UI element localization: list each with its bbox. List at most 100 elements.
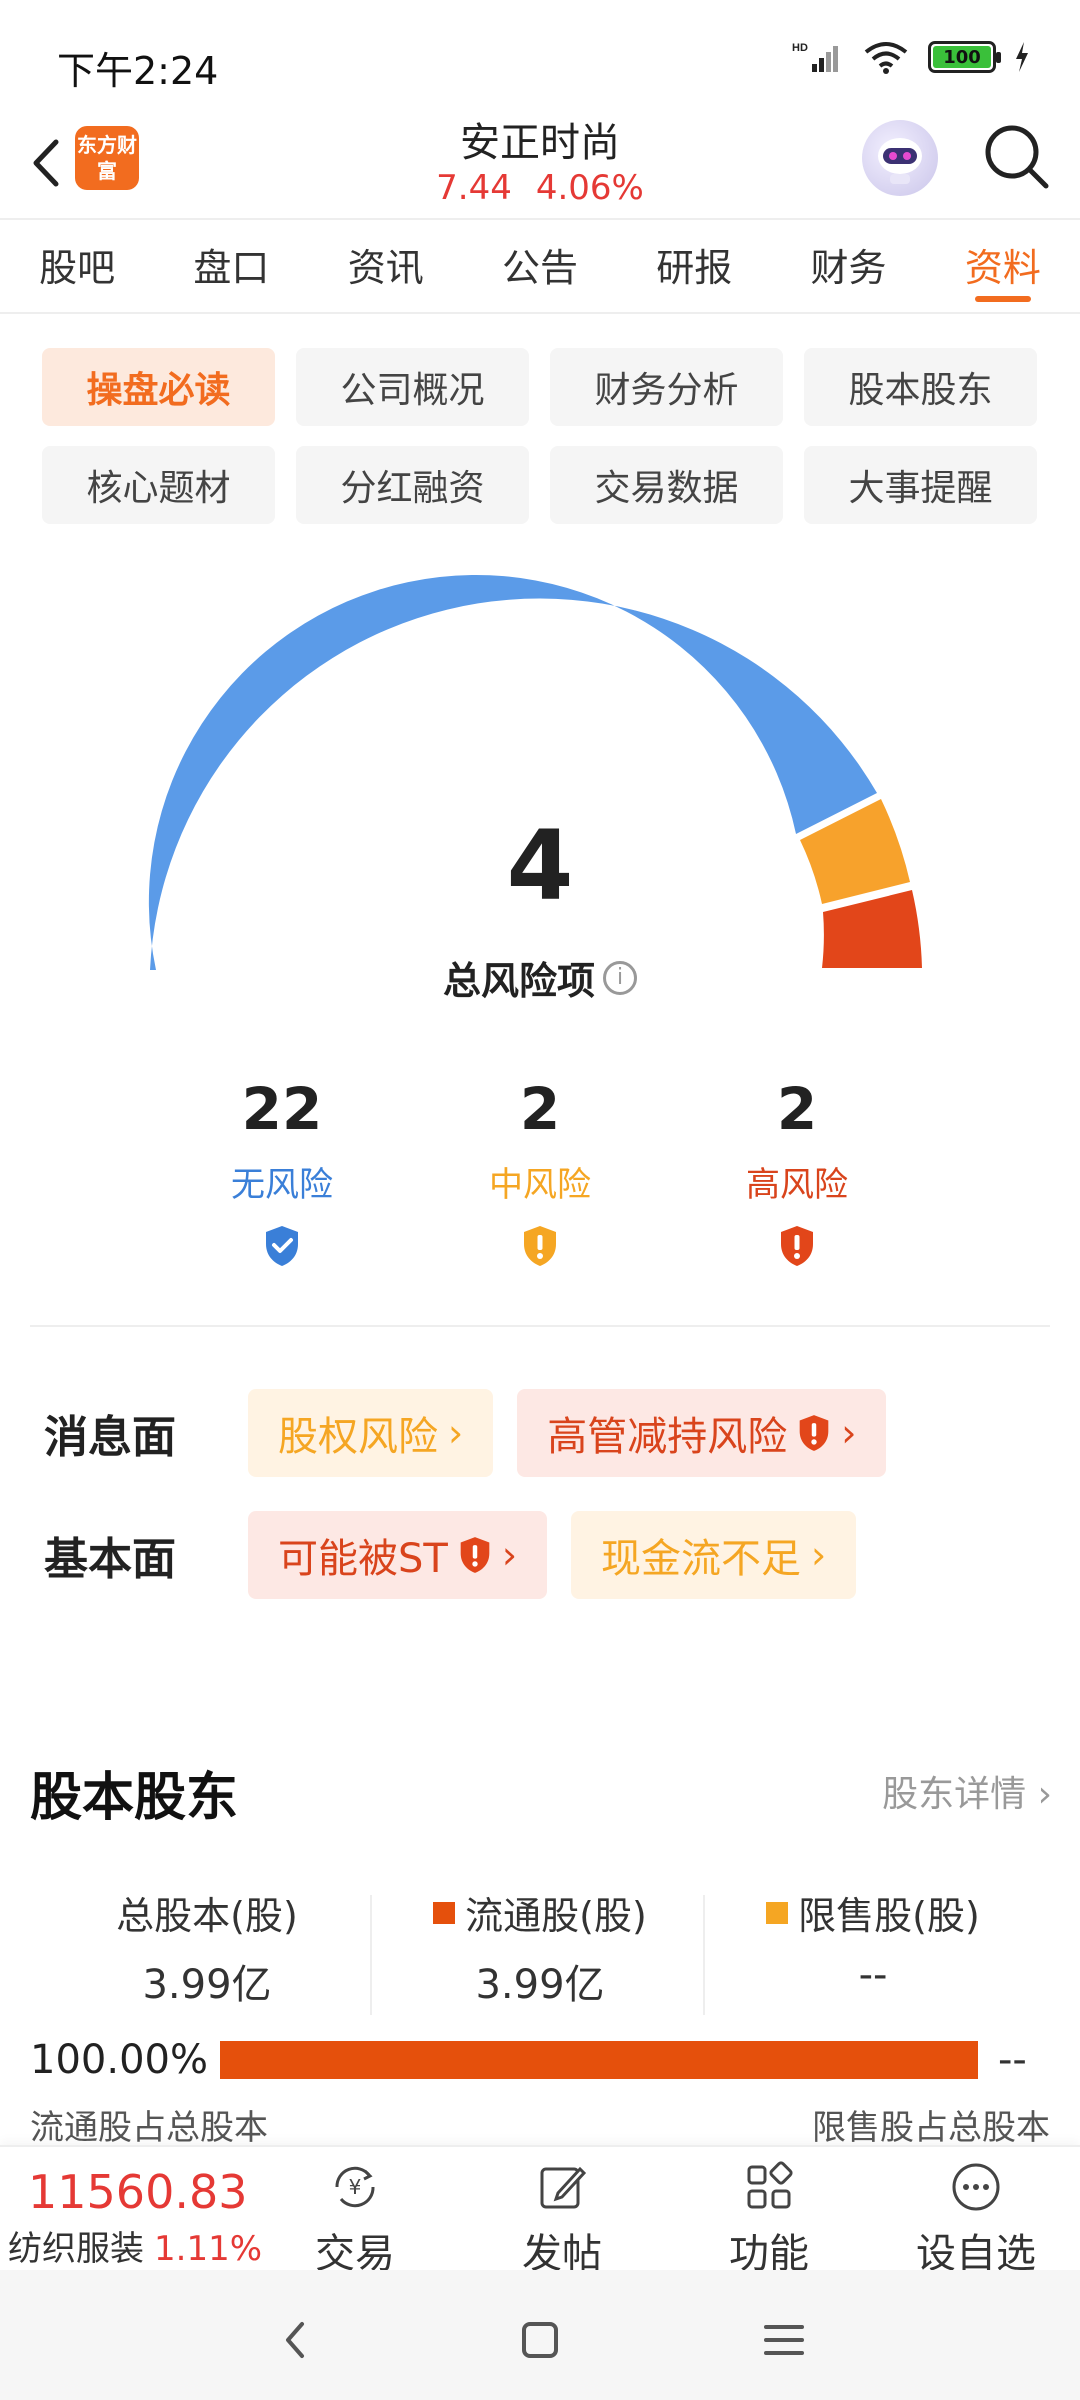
shareholder-details-link[interactable]: 股东详情 ›: [882, 1765, 1052, 1817]
chip-events[interactable]: 大事提醒: [804, 446, 1037, 524]
sector-index-value: 11560.83: [28, 2165, 248, 2219]
chip-trade-data[interactable]: 交易数据: [550, 446, 783, 524]
float-pct-value: 100.00%: [30, 2037, 208, 2083]
high-risk-stat[interactable]: 2 高风险: [697, 1075, 897, 1272]
chevron-right-icon: ›: [1037, 1774, 1052, 1815]
exec-reduction-risk-tag[interactable]: 高管减持风险 ›: [517, 1389, 887, 1477]
svg-text:¥: ¥: [349, 2175, 362, 2199]
possible-st-label: 可能被ST: [278, 1536, 448, 1582]
total-shares-value: 3.99亿: [142, 1962, 272, 2008]
possible-st-tag[interactable]: 可能被ST ›: [248, 1511, 548, 1599]
app-logo[interactable]: 东方财富: [75, 126, 139, 190]
info-icon[interactable]: i: [603, 960, 637, 995]
mid-risk-count: 2: [519, 1075, 561, 1143]
status-icons: HD 100: [792, 40, 1030, 74]
tab-research[interactable]: 研报: [617, 222, 771, 312]
tab-news[interactable]: 资讯: [309, 222, 463, 312]
news-factor-title: 消息面: [44, 1412, 176, 1463]
float-shares-header: 流通股(股): [375, 1885, 705, 1940]
tab-profile[interactable]: 资料: [926, 222, 1080, 312]
news-factor-row: 消息面 股权风险 › 高管减持风险 ›: [44, 1388, 910, 1478]
chip-shareholders[interactable]: 股本股东: [804, 348, 1037, 426]
chevron-right-icon: ›: [501, 1533, 518, 1577]
divider: [370, 1895, 372, 2015]
tab-pankou[interactable]: 盘口: [154, 222, 308, 312]
restricted-legend-swatch: [766, 1901, 789, 1924]
chevron-right-icon: ›: [448, 1411, 464, 1455]
stock-header: 东方财富 安正时尚 7.44 4.06%: [0, 110, 1080, 220]
cash-flow-label: 现金流不足: [601, 1536, 802, 1582]
float-shares-value: 3.99亿: [475, 1962, 605, 2008]
edit-icon: [540, 2166, 587, 2209]
stock-tabs: 股吧 盘口 资讯 公告 研报 财务 资料: [0, 222, 1080, 314]
add-watchlist-button[interactable]: 设自选: [906, 2161, 1046, 2279]
float-legend-swatch: [433, 1901, 456, 1924]
sector-index-name: 纺织服装: [8, 2229, 144, 2269]
shield-warning-icon: [524, 1226, 556, 1266]
float-shares-label: 流通股(股): [465, 1894, 647, 1938]
exec-reduction-risk-label: 高管减持风险: [547, 1414, 788, 1460]
nav-home-icon[interactable]: [510, 2310, 570, 2370]
float-ratio-row: 100.00% --: [30, 2035, 1050, 2085]
nav-menu-icon[interactable]: [754, 2310, 814, 2370]
chip-trading-essentials[interactable]: 操盘必读: [42, 348, 275, 426]
stock-price: 7.44: [436, 168, 512, 208]
no-risk-count: 22: [241, 1075, 323, 1143]
chevron-right-icon: ›: [841, 1411, 857, 1455]
signal-icon: HD: [792, 42, 838, 72]
mid-risk-stat[interactable]: 2 中风险: [440, 1075, 640, 1272]
status-bar: 下午2:24 HD 100: [0, 0, 1080, 100]
total-risk-label-text: 总风险项: [442, 959, 595, 1003]
sector-index-info: 纺织服装 1.11%: [8, 2221, 262, 2270]
total-shares-label: 总股本(股): [116, 1894, 298, 1938]
chip-company-overview[interactable]: 公司概况: [296, 348, 529, 426]
total-risk-label: 总风险项 i: [0, 950, 1080, 1005]
basic-factor-row: 基本面 可能被ST › 现金流不足 ›: [44, 1510, 880, 1600]
float-shares-col: 流通股(股) 3.99亿: [375, 1885, 705, 2010]
divider: [30, 1325, 1050, 1327]
high-risk-label: 高风险: [746, 1165, 848, 1205]
mid-risk-label: 中风险: [489, 1165, 591, 1205]
battery-icon: 100: [928, 41, 1001, 73]
wifi-icon: [864, 42, 908, 74]
cash-flow-tag[interactable]: 现金流不足 ›: [571, 1511, 857, 1599]
post-button[interactable]: 发帖: [492, 2161, 632, 2279]
chevron-left-icon: [33, 139, 59, 187]
chip-financial-analysis[interactable]: 财务分析: [550, 348, 783, 426]
chip-core-themes[interactable]: 核心题材: [42, 446, 275, 524]
equity-risk-label: 股权风险: [278, 1414, 438, 1460]
restricted-shares-col: 限售股(股) --: [708, 1885, 1038, 1998]
equity-section-title: 股本股东: [30, 1768, 239, 1828]
back-button[interactable]: [20, 128, 70, 198]
tab-announcements[interactable]: 公告: [463, 222, 617, 312]
equity-risk-tag[interactable]: 股权风险 ›: [248, 1389, 494, 1477]
charging-icon: [1016, 42, 1028, 72]
shield-alert-icon: [460, 1537, 490, 1573]
high-risk-count: 2: [776, 1075, 818, 1143]
trade-button[interactable]: ¥ 交易: [285, 2161, 425, 2279]
shield-alert-icon: [781, 1226, 813, 1266]
shareholder-details-label: 股东详情: [882, 1774, 1027, 1815]
restricted-shares-header: 限售股(股): [708, 1885, 1038, 1940]
no-risk-stat[interactable]: 22 无风险: [182, 1075, 382, 1272]
chevron-right-icon: ›: [811, 1533, 827, 1577]
svg-text:HD: HD: [792, 42, 808, 54]
sector-index-change: 1.11%: [154, 2229, 263, 2269]
restricted-pct-value: --: [998, 2037, 1027, 2083]
tab-finance[interactable]: 财务: [771, 222, 925, 312]
tab-guba[interactable]: 股吧: [0, 222, 154, 312]
trade-yuan-icon: ¥: [335, 2166, 375, 2208]
no-risk-label: 无风险: [231, 1165, 333, 1205]
shield-alert-icon: [799, 1415, 829, 1451]
divider: [703, 1895, 705, 2015]
chip-dividends[interactable]: 分红融资: [296, 446, 529, 524]
system-nav-bar: [0, 2270, 1080, 2400]
nav-back-icon[interactable]: [266, 2310, 326, 2370]
restricted-shares-label: 限售股(股): [798, 1894, 980, 1938]
total-shares-col: 总股本(股) 3.99亿: [42, 1885, 372, 2010]
assistant-robot-icon[interactable]: [862, 120, 938, 196]
restricted-ratio-caption: 限售股占总股本: [812, 2108, 1050, 2148]
search-button[interactable]: [982, 122, 1052, 192]
functions-button[interactable]: 功能: [699, 2161, 839, 2279]
stock-name: 安正时尚: [460, 120, 620, 166]
